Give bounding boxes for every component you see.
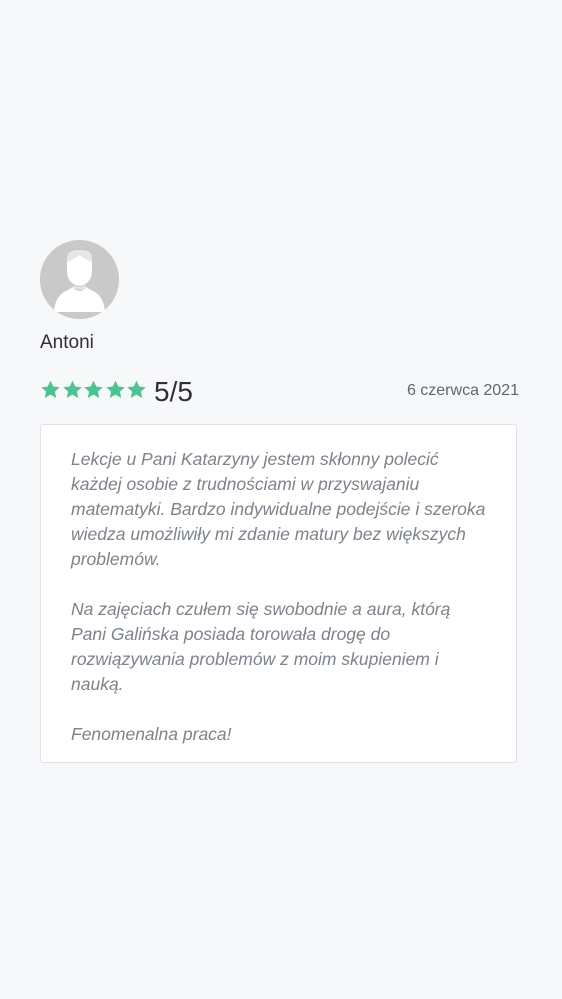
star-icon [62,379,84,401]
star-icon [83,379,105,401]
user-silhouette-icon [40,240,119,319]
star-icon [105,379,127,401]
review-text: Lekcje u Pani Katarzyny jestem skłonny p… [71,447,486,747]
star-icon [40,379,62,401]
star-rating [40,379,148,401]
rating-score: 5/5 [154,376,193,407]
rating-row: 5/5 6 czerwca 2021 [40,375,519,409]
star-icon [126,379,148,401]
review-card: Lekcje u Pani Katarzyny jestem skłonny p… [40,424,517,763]
review-paragraph: Fenomenalna praca! [71,724,232,744]
reviewer-name: Antoni [40,332,94,353]
review-date: 6 czerwca 2021 [406,382,519,399]
avatar [40,240,119,319]
review-paragraph: Lekcje u Pani Katarzyny jestem skłonny p… [71,449,486,569]
review-paragraph: Na zajęciach czułem się swobodnie a aura… [71,599,451,694]
